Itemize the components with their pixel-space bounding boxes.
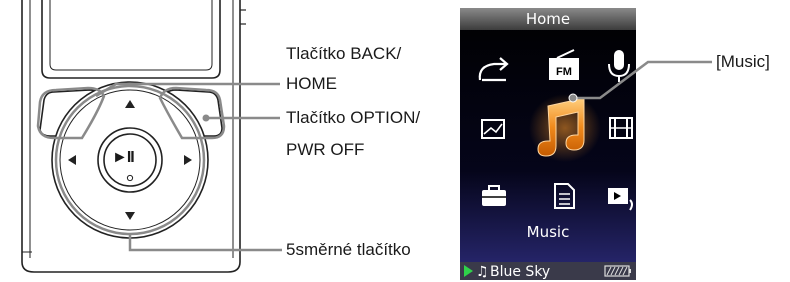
five-way-label: 5směrné tlačítko <box>286 240 411 259</box>
fm-icon-text: FM <box>556 66 572 78</box>
option-label-line2: PWR OFF <box>286 140 365 159</box>
back-home-label-line2: HOME <box>286 74 337 93</box>
option-label-line1: Tlačítko OPTION/ <box>286 108 421 127</box>
music-icon[interactable] <box>529 94 601 162</box>
back-home-label-line1: Tlačítko BACK/ <box>286 44 402 63</box>
selected-item-label: Music <box>526 223 570 241</box>
play-pause-glyph: ►II <box>112 149 135 166</box>
now-playing-title: Blue Sky <box>490 264 551 280</box>
option-callout-dot <box>202 114 210 122</box>
diagram-canvas: FM <box>21 0 712 280</box>
now-playing-note: ♫ <box>476 264 489 280</box>
music-callout-label: [Music] <box>716 52 770 71</box>
screen-title: Home <box>525 10 571 28</box>
